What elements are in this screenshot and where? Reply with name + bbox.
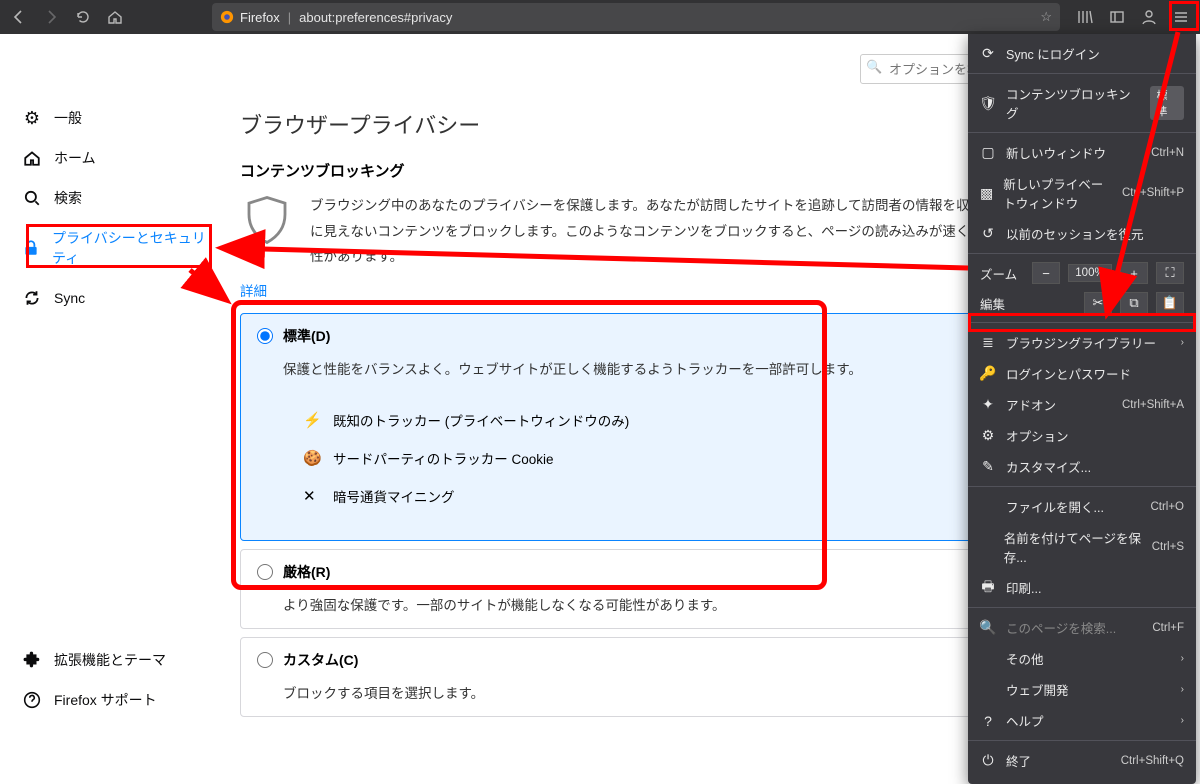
cryptominer-icon: ✕: [303, 487, 321, 505]
window-icon: ▢: [980, 145, 996, 161]
shield-icon: [240, 193, 294, 247]
detail-link[interactable]: 詳細: [240, 284, 267, 299]
menu-zoom: ズーム−100%+⛶: [968, 258, 1196, 288]
cookie-icon: 🍪: [303, 449, 321, 467]
menu-customize[interactable]: ✎カスタマイズ...: [968, 451, 1196, 482]
gear-icon: ⚙: [22, 108, 42, 128]
menu-help[interactable]: ?ヘルプ›: [968, 705, 1196, 736]
menu-logins[interactable]: 🔑ログインとパスワード: [968, 358, 1196, 389]
identity-label: Firefox: [240, 10, 280, 25]
menu-library[interactable]: ≣ブラウジングライブラリー›: [968, 327, 1196, 358]
sidebar-item-extensions[interactable]: 拡張機能とテーマ: [0, 640, 230, 680]
menu-new-window[interactable]: ▢新しいウィンドウCtrl+N: [968, 137, 1196, 168]
puzzle-icon: [22, 650, 42, 670]
mask-icon: ▩: [980, 185, 993, 201]
menu-sync[interactable]: ⟳Sync にログイン: [968, 38, 1196, 69]
library-button[interactable]: [1070, 2, 1100, 32]
key-icon: 🔑: [980, 366, 996, 382]
reload-button[interactable]: [68, 2, 98, 32]
sync-icon: [22, 288, 42, 308]
restore-icon: ↺: [980, 226, 996, 242]
copy-button[interactable]: ⧉: [1120, 292, 1148, 314]
fullscreen-button[interactable]: ⛶: [1156, 262, 1184, 284]
help-icon: ?: [980, 713, 996, 729]
back-button[interactable]: [4, 2, 34, 32]
custom-title: カスタム(C): [283, 650, 358, 670]
gear-icon: ⚙: [980, 428, 996, 444]
bookmark-star-icon[interactable]: ☆: [1040, 9, 1052, 25]
menu-content-blocking[interactable]: 🛡コンテンツブロッキング標準: [968, 78, 1196, 128]
power-icon: ⏻: [980, 753, 996, 769]
home-icon: [22, 148, 42, 168]
browser-toolbar: Firefox | about:preferences#privacy ☆: [0, 0, 1200, 34]
lock-icon: [22, 238, 40, 258]
home-button[interactable]: [100, 2, 130, 32]
sidebar-item-support[interactable]: Firefox サポート: [0, 680, 230, 720]
zoom-out-button[interactable]: −: [1032, 262, 1060, 284]
sidebar-item-home[interactable]: ホーム: [0, 138, 230, 178]
search-icon: [22, 188, 42, 208]
print-icon: 🖶: [980, 580, 996, 596]
tracker-icon: ⚡: [303, 411, 321, 429]
custom-radio[interactable]: [257, 652, 273, 668]
shield-icon: 🛡: [980, 95, 996, 111]
paste-button[interactable]: 📋: [1156, 292, 1184, 314]
menu-webdev[interactable]: ウェブ開発›: [968, 674, 1196, 705]
cut-button[interactable]: ✂: [1084, 292, 1112, 314]
menu-find[interactable]: 🔍このページを検索...Ctrl+F: [968, 612, 1196, 643]
menu-open-file[interactable]: ファイルを開く...Ctrl+O: [968, 491, 1196, 522]
sidebars-button[interactable]: [1102, 2, 1132, 32]
menu-print[interactable]: 🖶印刷...: [968, 572, 1196, 603]
menu-more[interactable]: その他›: [968, 643, 1196, 674]
preferences-sidebar: ⚙一般 ホーム 検索 プライバシーとセキュリティ Sync 拡張機能とテーマ F…: [0, 34, 230, 740]
sidebar-item-privacy[interactable]: プライバシーとセキュリティ: [0, 218, 230, 278]
content-blocking-description: ブラウジング中のあなたのプライバシーを保護します。あなたが訪問したサイトを追跡し…: [310, 193, 1025, 270]
menu-edit: 編集✂⧉📋: [968, 288, 1196, 318]
account-button[interactable]: [1134, 2, 1164, 32]
help-icon: [22, 690, 42, 710]
standard-title: 標準(D): [283, 326, 330, 346]
hamburger-menu-button[interactable]: [1166, 2, 1196, 32]
strict-title: 厳格(R): [283, 562, 330, 582]
cb-badge: 標準: [1150, 86, 1184, 120]
menu-addons[interactable]: ✦アドオンCtrl+Shift+A: [968, 389, 1196, 420]
forward-button[interactable]: [36, 2, 66, 32]
sidebar-item-search[interactable]: 検索: [0, 178, 230, 218]
zoom-in-button[interactable]: +: [1120, 262, 1148, 284]
app-menu: ⟳Sync にログイン 🛡コンテンツブロッキング標準 ▢新しいウィンドウCtrl…: [968, 34, 1196, 784]
menu-quit[interactable]: ⏻終了Ctrl+Shift+Q: [968, 745, 1196, 776]
menu-new-private[interactable]: ▩新しいプライベートウィンドウCtrl+Shift+P: [968, 168, 1196, 218]
menu-save-as[interactable]: 名前を付けてページを保存...Ctrl+S: [968, 522, 1196, 572]
brush-icon: ✎: [980, 459, 996, 475]
url-text: about:preferences#privacy: [299, 10, 452, 25]
standard-radio[interactable]: [257, 328, 273, 344]
menu-restore[interactable]: ↺以前のセッションを復元: [968, 218, 1196, 249]
sync-icon: ⟳: [980, 46, 996, 62]
strict-radio[interactable]: [257, 564, 273, 580]
sidebar-item-general[interactable]: ⚙一般: [0, 98, 230, 138]
puzzle-icon: ✦: [980, 397, 996, 413]
search-icon: 🔍: [980, 620, 996, 636]
sidebar-item-sync[interactable]: Sync: [0, 278, 230, 318]
url-bar[interactable]: Firefox | about:preferences#privacy ☆: [212, 3, 1060, 31]
zoom-level[interactable]: 100%: [1068, 264, 1112, 282]
menu-options[interactable]: ⚙オプション: [968, 420, 1196, 451]
library-icon: ≣: [980, 335, 996, 351]
identity-box[interactable]: Firefox: [220, 10, 280, 25]
